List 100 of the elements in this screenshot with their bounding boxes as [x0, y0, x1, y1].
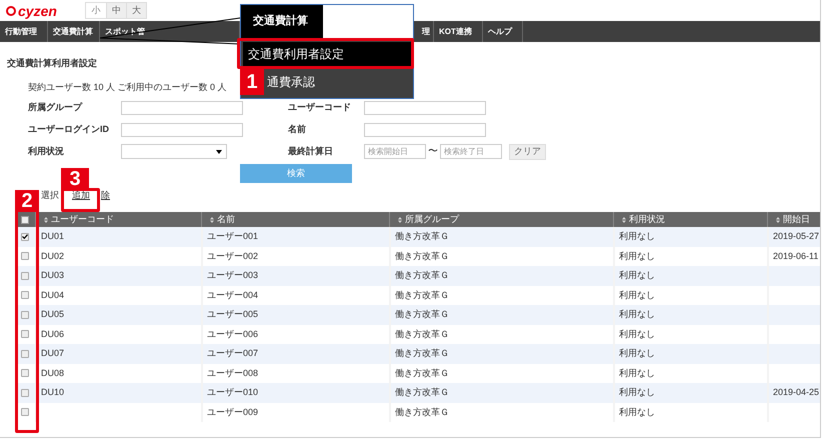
checkbox[interactable]: [21, 369, 29, 378]
logo: cyzen: [18, 4, 57, 18]
field-label: 所属グループ: [28, 100, 84, 114]
nav-item[interactable]: ヘルプ: [488, 26, 512, 38]
font-size-button[interactable]: 大: [126, 3, 146, 18]
field-label: ユーザーコード: [288, 100, 352, 114]
caret-icon: [216, 150, 222, 154]
select-all-link[interactable]: 選択: [41, 189, 59, 203]
sort-icon: [398, 216, 402, 222]
checkbox[interactable]: [21, 408, 29, 416]
sort-icon: [44, 216, 48, 222]
input-field[interactable]: [364, 122, 486, 136]
contract-text: 契約ユーザー数 10 人 ご利用中のユーザー数 0 人: [28, 81, 227, 94]
table-cell: 働き方改革Ｇ: [395, 328, 449, 341]
page-title: 交通費計算利用者設定: [7, 57, 98, 70]
font-size-button[interactable]: 中: [106, 3, 126, 18]
field-label: 利用状況: [28, 144, 65, 158]
checkbox[interactable]: [21, 350, 29, 358]
table-cell-text: DU07: [41, 347, 64, 360]
range-separator: 〜: [428, 145, 438, 159]
step-badge: 1: [240, 68, 264, 95]
table-cell-text: DU10: [41, 386, 64, 399]
table-cell-text: DU08: [41, 366, 64, 380]
checkbox[interactable]: [21, 216, 29, 224]
table-cell-text: 利用なし: [619, 230, 655, 243]
table-cell-text: ユーザー007: [207, 347, 258, 360]
menu-title: 交通費計算: [253, 14, 308, 30]
table-cell-text: DU05: [41, 308, 64, 321]
table-cell-text: DU06: [41, 328, 64, 340]
input-field[interactable]: [121, 122, 243, 136]
checkbox[interactable]: [21, 388, 29, 397]
checkbox[interactable]: [21, 272, 29, 280]
table-cell-text: ユーザー005: [207, 308, 258, 321]
table-cell-text: ユーザー009: [207, 406, 258, 418]
nav-item[interactable]: 交通費計算: [53, 26, 93, 38]
table-cell-text: 2019-05-27: [773, 230, 820, 243]
table-cell-text: 働き方改革Ｇ: [395, 230, 449, 243]
table-cell-text: 働き方改革Ｇ: [395, 386, 449, 399]
action-link[interactable]: 除: [101, 189, 110, 203]
sort-icon: [776, 216, 780, 222]
date-field[interactable]: 検索開始日: [364, 144, 426, 159]
action-link[interactable]: 追加: [72, 189, 90, 203]
field-label: 最終計算日: [288, 144, 334, 158]
column-header: ユーザーコード: [51, 212, 114, 226]
table-cell-text: DU01: [41, 230, 64, 243]
table-cell-text: ユーザー004: [207, 288, 258, 302]
logo-icon: [6, 6, 16, 16]
sort-icon: [622, 216, 626, 222]
table-cell-text: ユーザー010: [207, 386, 258, 399]
step-badge: 3: [61, 168, 89, 190]
table-cell-text: 2019-06-11: [773, 250, 818, 262]
clear-button[interactable]: クリア: [509, 144, 546, 160]
field-label: 名前: [288, 122, 307, 136]
table-cell-text: 利用なし: [619, 386, 655, 399]
table-cell-text: 2019-04-25: [773, 386, 820, 399]
table-cell-text: ユーザー006: [207, 328, 258, 340]
input-field[interactable]: [121, 100, 243, 114]
table-cell-text: 働き方改革Ｇ: [395, 347, 449, 360]
table-cell-text: ユーザー001: [207, 230, 258, 243]
nav-item[interactable]: 行動管理: [5, 26, 37, 38]
column-header: 名前: [217, 212, 235, 226]
checkbox[interactable]: [21, 310, 29, 319]
table-cell: 働き方改革Ｇ: [395, 406, 449, 419]
nav-item[interactable]: 理: [422, 26, 430, 38]
table-cell-text: 利用なし: [619, 308, 655, 321]
table-cell: 働き方改革Ｇ: [395, 288, 449, 302]
table-cell-text: ユーザー008: [207, 366, 258, 380]
table-cell: 利用なし: [619, 250, 655, 263]
table-cell-text: 利用なし: [619, 347, 655, 360]
column-header: 所属グループ: [405, 212, 459, 226]
check-icon: [22, 234, 28, 240]
table-cell-text: DU04: [41, 288, 64, 302]
table-cell: 利用なし: [619, 406, 655, 419]
table-cell-text: 利用なし: [619, 269, 655, 282]
table-cell: 利用なし: [619, 328, 655, 341]
table-cell-text: ユーザー003: [207, 269, 258, 282]
column-header: 利用状況: [629, 212, 665, 226]
checkbox[interactable]: [21, 291, 29, 300]
table-cell-text: DU02: [41, 250, 64, 262]
step-badge: 2: [15, 190, 39, 212]
field-label: ユーザーログインID: [28, 122, 110, 136]
select-field[interactable]: [121, 144, 227, 159]
nav-item[interactable]: KOT連携: [439, 26, 472, 38]
table-cell-text: 働き方改革Ｇ: [395, 269, 449, 282]
table-cell-text: 働き方改革Ｇ: [395, 308, 449, 321]
input-field[interactable]: [364, 100, 486, 114]
table-cell-text: DU03: [41, 269, 64, 282]
table-cell: 働き方改革Ｇ: [395, 250, 449, 263]
table-cell: 働き方改革Ｇ: [395, 366, 449, 380]
checkbox[interactable]: [21, 330, 29, 338]
column-header: 開始日: [783, 212, 810, 226]
checkbox[interactable]: [21, 252, 29, 260]
table-cell-text: ユーザー002: [207, 250, 258, 262]
checkbox[interactable]: [21, 232, 29, 241]
table-cell: 利用なし: [619, 366, 655, 380]
date-field[interactable]: 検索終了日: [440, 144, 502, 159]
sort-icon: [210, 216, 214, 222]
table-cell: 利用なし: [619, 288, 655, 302]
menu-item[interactable]: 交通費利用者設定: [243, 42, 411, 66]
menu-item[interactable]: 通費承認: [265, 70, 413, 94]
